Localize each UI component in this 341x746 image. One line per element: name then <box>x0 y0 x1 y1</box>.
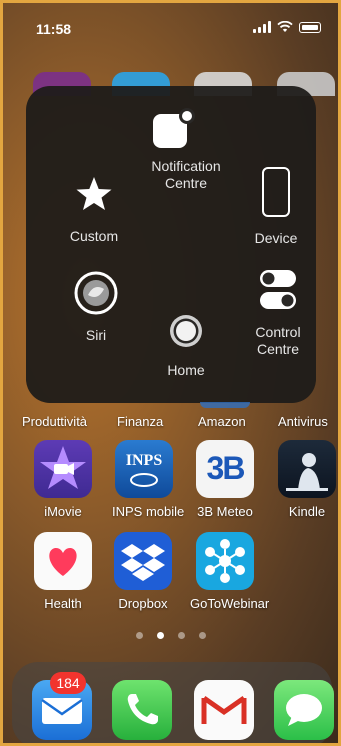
device-iphone-icon <box>262 167 290 217</box>
app-label: Health <box>44 596 82 611</box>
app-kindle[interactable]: Kindle <box>276 440 338 519</box>
messages-icon[interactable] <box>274 680 334 740</box>
custom-label: Custom <box>69 228 119 244</box>
folder-label-produttivita[interactable]: Produttività <box>22 414 87 429</box>
app-dropbox[interactable]: Dropbox <box>112 532 174 611</box>
home-button[interactable]: Home <box>148 312 224 379</box>
dropbox-icon <box>114 532 172 590</box>
notification-centre-label: Notification Centre <box>151 158 221 191</box>
control-centre-button[interactable]: Control Centre <box>238 268 318 358</box>
star-icon <box>76 177 112 210</box>
assistive-touch-menu: Notification Centre Custom Device Siri C… <box>26 86 316 403</box>
page-dot-active[interactable] <box>156 632 164 639</box>
app-label: iMovie <box>44 504 82 519</box>
folder-label-amazon[interactable]: Amazon <box>198 414 246 429</box>
app-label: INPS mobile <box>112 504 185 519</box>
wifi-icon <box>277 21 293 32</box>
notification-centre-icon <box>153 108 195 148</box>
control-centre-toggles-icon <box>260 270 296 309</box>
3b-meteo-logo-text: 3B <box>206 450 246 486</box>
home-button-icon <box>170 315 202 347</box>
app-label: Dropbox <box>118 596 168 611</box>
app-3b-meteo[interactable]: 3B 3B Meteo <box>194 440 256 519</box>
amazon-icon-partial <box>200 402 250 408</box>
battery-icon <box>299 21 321 33</box>
cellular-signal-icon <box>253 21 271 33</box>
app-health[interactable]: Health <box>32 532 94 611</box>
app-imovie[interactable]: iMovie <box>32 440 94 519</box>
control-centre-label: Control Centre <box>255 324 301 357</box>
mail-badge: 184 <box>50 672 86 694</box>
status-bar: 11:58 <box>0 0 341 56</box>
page-dot[interactable] <box>198 632 206 639</box>
clock: 11:58 <box>36 21 72 37</box>
page-indicator[interactable] <box>0 632 341 639</box>
phone-icon[interactable] <box>112 680 172 740</box>
page-dot[interactable] <box>135 632 143 639</box>
siri-icon <box>74 271 118 315</box>
gmail-icon[interactable] <box>194 680 254 740</box>
3b-meteo-icon: 3B <box>196 440 254 498</box>
folder-label-antivirus[interactable]: Antivirus <box>278 414 328 429</box>
app-gotowebinar[interactable]: GoToWebinar <box>190 532 270 611</box>
app-label: GoToWebinar <box>190 596 270 611</box>
notification-centre-button[interactable]: Notification Centre <box>131 108 241 192</box>
heart-icon <box>34 532 92 590</box>
siri-label: Siri <box>85 327 107 343</box>
home-label: Home <box>167 362 205 378</box>
page-dot[interactable] <box>177 632 185 639</box>
siri-button[interactable]: Siri <box>58 271 134 344</box>
custom-button[interactable]: Custom <box>54 174 134 245</box>
kindle-icon <box>278 440 336 498</box>
app-inps-mobile[interactable]: INPS INPS mobile <box>112 440 185 519</box>
imovie-icon <box>34 440 92 498</box>
device-label: Device <box>254 230 298 246</box>
gotowebinar-icon <box>196 532 254 590</box>
device-button[interactable]: Device <box>240 166 312 247</box>
inps-icon: INPS <box>115 440 173 498</box>
folder-label-finanza[interactable]: Finanza <box>117 414 163 429</box>
home-screen: 11:58 Notification Centre Custom Device … <box>0 0 341 746</box>
app-label: Kindle <box>288 504 326 519</box>
app-label: 3B Meteo <box>197 504 253 519</box>
